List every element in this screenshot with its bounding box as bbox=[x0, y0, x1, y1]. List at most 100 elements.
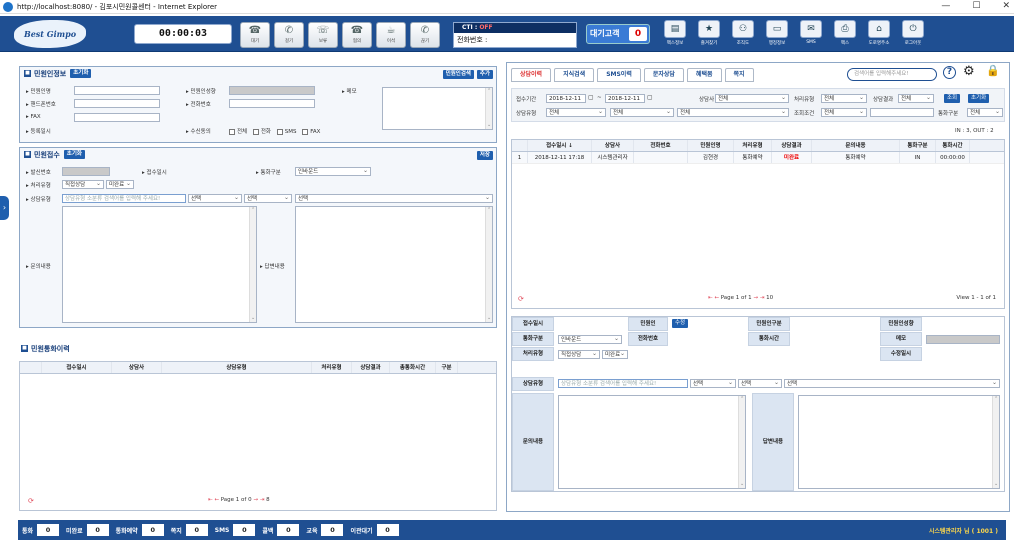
column-header[interactable]: 접수일시 bbox=[42, 362, 112, 373]
side-panel-toggle[interactable]: › bbox=[0, 196, 9, 220]
mobile-input[interactable] bbox=[74, 99, 160, 108]
tab-0[interactable]: 상담이력 bbox=[511, 68, 552, 82]
toolbar-button-2[interactable]: ⚇ 조직도 bbox=[728, 20, 758, 50]
help-icon[interactable]: ? bbox=[943, 66, 956, 79]
consent-sms-checkbox[interactable] bbox=[276, 128, 283, 135]
column-header[interactable]: 상담사 bbox=[112, 362, 162, 373]
phone-input[interactable] bbox=[229, 99, 315, 108]
answer-textarea[interactable] bbox=[295, 206, 493, 323]
search-button[interactable]: 조회 bbox=[944, 94, 961, 103]
agent-select[interactable]: 전체 bbox=[715, 94, 789, 103]
civil-receipt-reset-button[interactable]: 초기화 bbox=[63, 150, 85, 159]
column-header[interactable] bbox=[512, 140, 528, 151]
stat-value[interactable]: 0 bbox=[185, 524, 208, 536]
inquiry-textarea[interactable] bbox=[62, 206, 257, 323]
stat-value[interactable]: 0 bbox=[37, 524, 60, 536]
detail-consult-select-3[interactable]: 선택 bbox=[784, 379, 1000, 388]
table-row[interactable]: 1 2018-12-11 17:18 시스템관리자 김현경 통화예약 미완료 통화예약 IN 0… bbox=[512, 152, 1004, 164]
stat-value[interactable]: 0 bbox=[141, 524, 164, 536]
call-button-4[interactable]: ☕ 이석 bbox=[376, 22, 406, 48]
toolbar-button-6[interactable]: ⌂ 도로명주소 bbox=[864, 20, 894, 50]
call-button-5[interactable]: ✆ 끊기 bbox=[410, 22, 440, 48]
column-header[interactable]: 통화구분 bbox=[900, 140, 936, 151]
close-button[interactable]: ✕ bbox=[1002, 1, 1010, 11]
pager-size[interactable]: 10 bbox=[766, 295, 773, 301]
toolbar-button-1[interactable]: ★ 즐겨찾기 bbox=[694, 20, 724, 50]
keyword-search-input[interactable]: 검색어를 입력해주세요! bbox=[847, 68, 937, 81]
column-header[interactable]: 상담결과 bbox=[352, 362, 390, 373]
call-button-1[interactable]: ✆ 걸기 bbox=[274, 22, 304, 48]
memo-textarea[interactable] bbox=[382, 87, 493, 130]
detail-call-type-select[interactable]: 인바운드 bbox=[558, 335, 622, 344]
call-button-0[interactable]: ☎ 대기 bbox=[240, 22, 270, 48]
waiting-customers[interactable]: 대기고객 0 bbox=[586, 24, 650, 44]
call-type-select[interactable]: 인바운드 bbox=[295, 167, 371, 176]
consult-type-filter-3[interactable]: 전체 bbox=[677, 108, 789, 117]
column-header[interactable]: 구분 bbox=[436, 362, 458, 373]
stat-value[interactable]: 0 bbox=[277, 524, 300, 536]
result-filter-select[interactable]: 전체 bbox=[898, 94, 934, 103]
stat-value[interactable]: 0 bbox=[233, 524, 256, 536]
consult-select-3[interactable]: 선택 bbox=[295, 194, 493, 203]
column-header[interactable]: 상담결과 bbox=[772, 140, 812, 151]
detail-consult-select-1[interactable]: 선택 bbox=[690, 379, 736, 388]
column-header[interactable]: 민원인명 bbox=[688, 140, 734, 151]
pager-next-button[interactable]: → ⇥ bbox=[753, 295, 764, 301]
column-header[interactable]: 상담유형 bbox=[162, 362, 312, 373]
stat-value[interactable]: 0 bbox=[376, 524, 399, 536]
consult-select-1[interactable]: 선택 bbox=[188, 194, 242, 203]
detail-proc-status-select[interactable]: 미완료 bbox=[602, 350, 628, 359]
pager-page[interactable]: 1 bbox=[736, 295, 740, 301]
toolbar-button-4[interactable]: ✉ SMS bbox=[796, 20, 826, 50]
cond-select[interactable]: 전체 bbox=[821, 108, 867, 117]
consent-all-checkbox[interactable] bbox=[229, 128, 235, 135]
tab-4[interactable]: 혜택봄 bbox=[686, 68, 722, 82]
cond-input[interactable] bbox=[870, 108, 934, 117]
fax-input[interactable] bbox=[74, 113, 160, 122]
consult-type-filter-1[interactable]: 전체 bbox=[546, 108, 606, 117]
proc-status-select[interactable]: 미완료 bbox=[106, 180, 134, 189]
column-header[interactable]: 접수일시 ↓ bbox=[528, 140, 592, 151]
consult-type-filter-2[interactable]: 전체 bbox=[610, 108, 674, 117]
call-button-2[interactable]: ☏ 보류 bbox=[308, 22, 338, 48]
column-header[interactable]: 처리유형 bbox=[312, 362, 352, 373]
stat-value[interactable]: 0 bbox=[321, 524, 344, 536]
consent-phone-checkbox[interactable] bbox=[252, 128, 259, 135]
call-button-3[interactable]: ☎ 협의 bbox=[342, 22, 372, 48]
detail-inquiry-textarea[interactable] bbox=[558, 395, 746, 489]
save-button[interactable]: 저장 bbox=[476, 151, 493, 160]
pager-prev-button[interactable]: ⇤ ← bbox=[708, 295, 719, 301]
calendar-icon[interactable]: ▢ bbox=[647, 94, 653, 101]
detail-answer-textarea[interactable] bbox=[798, 395, 1000, 489]
civil-info-reset-button[interactable]: 초기화 bbox=[70, 69, 92, 78]
toolbar-button-5[interactable]: ⎙ 팩스 bbox=[830, 20, 860, 50]
minimize-button[interactable]: — bbox=[941, 1, 950, 11]
lock-icon[interactable]: 🔒 bbox=[986, 64, 1000, 77]
column-header[interactable]: 처리유형 bbox=[734, 140, 772, 151]
civil-search-button[interactable]: 민원인검색 bbox=[442, 70, 474, 79]
maximize-button[interactable]: ☐ bbox=[972, 1, 980, 11]
column-header[interactable]: 문의내용 bbox=[812, 140, 900, 151]
toolbar-button-7[interactable]: ⏻ 로그아웃 bbox=[898, 20, 928, 50]
column-header[interactable]: 전화번호 bbox=[634, 140, 688, 151]
tab-3[interactable]: 문자상담 bbox=[643, 68, 684, 82]
tab-5[interactable]: 쪽지 bbox=[724, 68, 754, 82]
date-to-input[interactable]: 2018-12-11 bbox=[605, 94, 645, 103]
pager-prev-button[interactable]: ⇤ ← bbox=[208, 497, 219, 503]
pager-next-button[interactable]: → ⇥ bbox=[253, 497, 264, 503]
consult-type-search-input[interactable]: 상담유형 소분류 검색어를 입력해 주세요! bbox=[62, 194, 186, 203]
tab-2[interactable]: SMS이력 bbox=[597, 68, 641, 82]
pager-page[interactable]: 1 bbox=[236, 497, 240, 503]
proc-type-filter-select[interactable]: 전체 bbox=[821, 94, 867, 103]
column-header[interactable]: 상담사 bbox=[592, 140, 634, 151]
column-header[interactable]: 총통화시간 bbox=[390, 362, 436, 373]
filter-reset-button[interactable]: 초기화 bbox=[968, 94, 990, 103]
date-from-input[interactable]: 2018-12-11 bbox=[546, 94, 586, 103]
refresh-icon[interactable]: ⟳ bbox=[518, 295, 524, 303]
consult-select-2[interactable]: 선택 bbox=[244, 194, 292, 203]
toolbar-button-0[interactable]: ▤ 팩스정보 bbox=[660, 20, 690, 50]
civil-name-input[interactable] bbox=[74, 86, 160, 95]
gear-icon[interactable]: ⚙ bbox=[963, 64, 975, 79]
refresh-icon[interactable]: ⟳ bbox=[28, 497, 34, 505]
toolbar-button-3[interactable]: ▭ 행정정보 bbox=[762, 20, 792, 50]
